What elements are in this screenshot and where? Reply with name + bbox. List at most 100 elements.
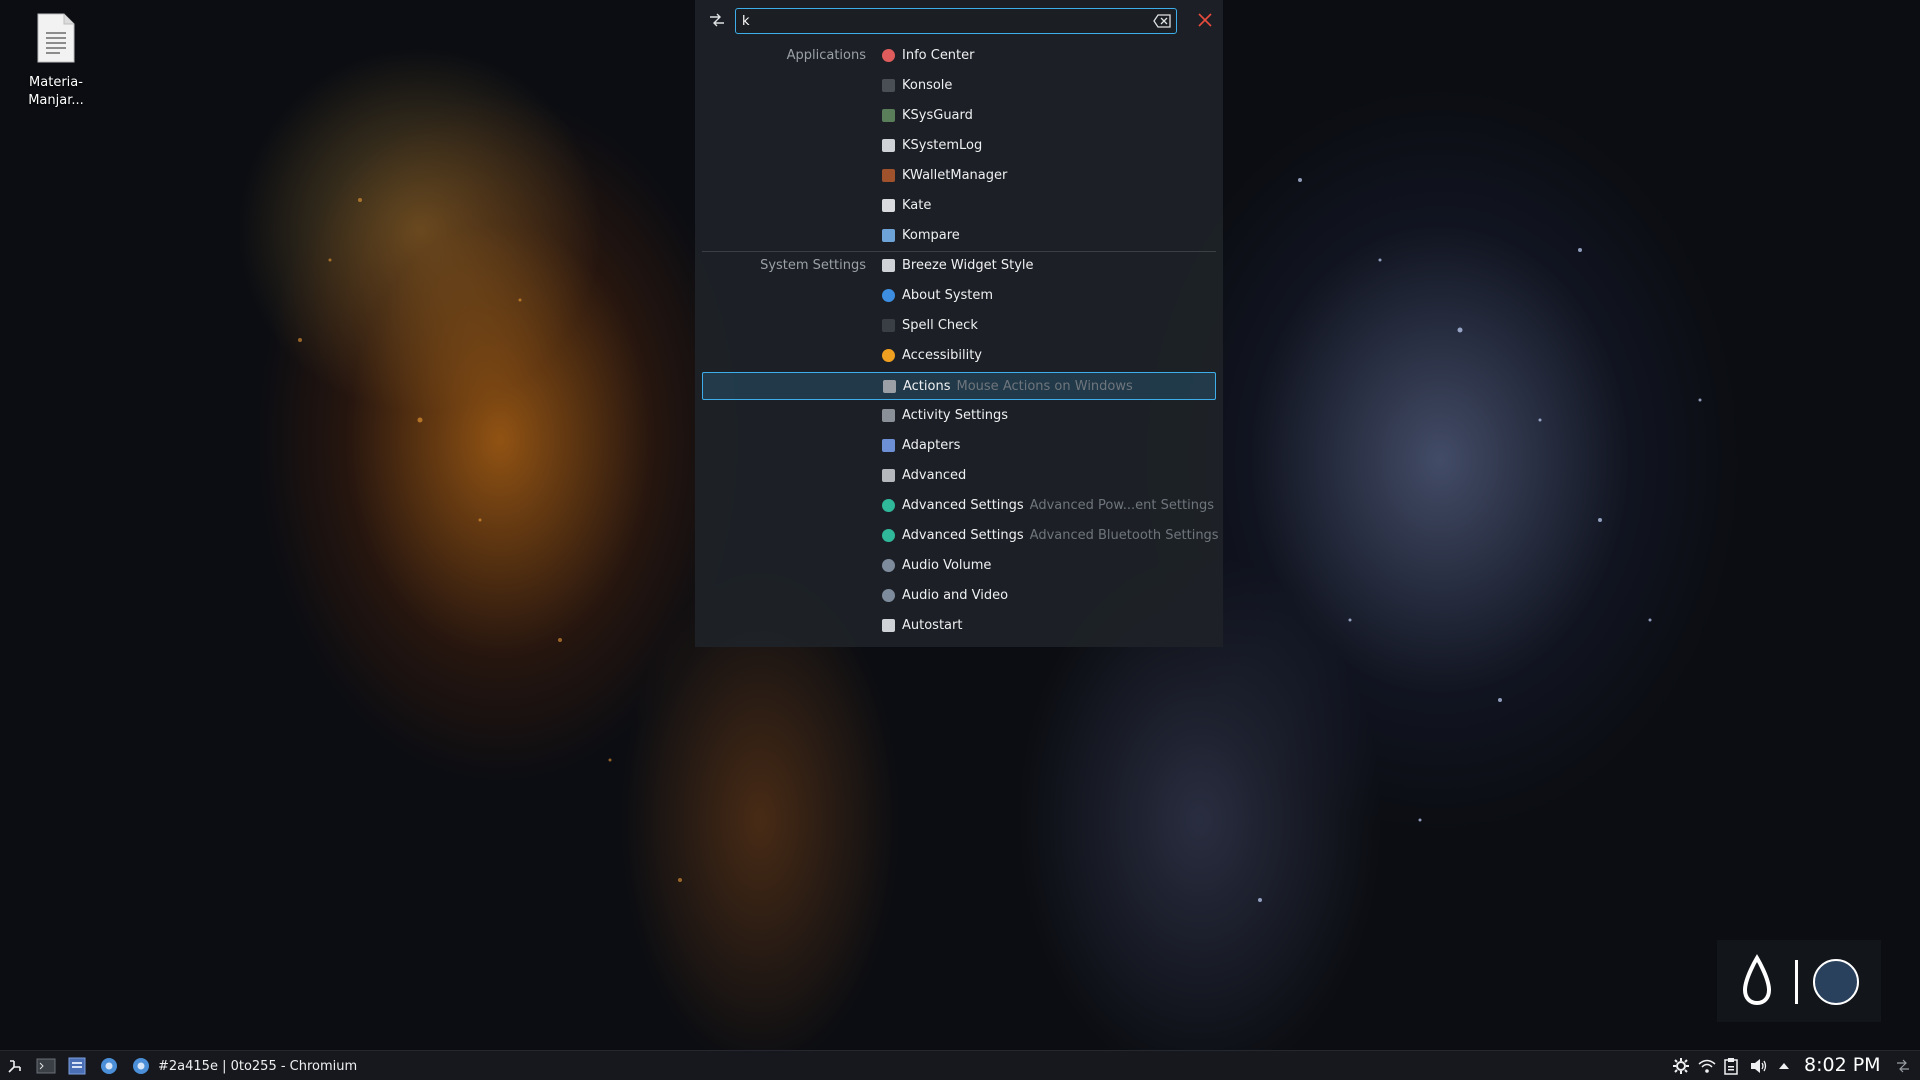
result-subtitle: Mouse Actions on Windows [956,379,1133,394]
result-subtitle: Advanced Bluetooth Settings [1029,528,1219,543]
widget-style-icon [882,259,895,272]
search-input[interactable] [740,11,1124,31]
application-launcher-icon[interactable] [6,1056,24,1076]
result-row[interactable]: KSystemLog [702,132,1216,160]
result-row[interactable]: System Settings Breeze Widget Style [702,252,1216,280]
result-title: Advanced [902,468,966,483]
result-title: Adapters [902,438,960,453]
search-box [735,8,1177,34]
result-row[interactable]: Kompare [702,222,1216,250]
result-title: Advanced Settings Advanced Pow...ent Sett… [902,498,1214,513]
result-title: About System [902,288,993,303]
browser-launcher-icon[interactable] [100,1056,118,1076]
actions-icon [883,380,896,393]
result-title-text: Spell Check [902,318,978,333]
desktop-file-name-line1: Materia- [29,75,83,90]
log-icon [882,139,895,152]
terminal-launcher-icon[interactable] [36,1056,56,1076]
audio-icon [882,559,895,572]
drop-circle-logo-icon [1742,954,1859,1006]
about-icon [882,289,895,302]
spell-check-icon [882,319,895,332]
result-title-text: Kate [902,198,932,213]
result-title-text: Actions [903,379,951,394]
group-label: System Settings [760,258,866,273]
result-row[interactable]: Kate [702,192,1216,220]
task-chromium-label: #2a415e | 0to255 - Chromium [158,1058,358,1074]
result-row[interactable]: Advanced Settings Advanced Bluetooth Sett… [702,522,1219,550]
logo-widget [1717,940,1881,1022]
tray-expand-icon[interactable] [1778,1056,1790,1076]
result-title-text: KSysGuard [902,108,973,123]
text-editor-icon [882,199,895,212]
activity-icon [882,409,895,422]
result-title-text: Activity Settings [902,408,1009,423]
result-title: Kompare [902,228,960,243]
desktop-file-icon-item[interactable]: Materia- Manjar... [12,8,100,110]
result-row[interactable]: Applications Info Center [702,42,1216,70]
taskbar: #2a415e | 0to255 - Chromium 8:02 PM [0,1050,1920,1080]
result-title-text: Audio Volume [902,558,992,573]
result-row[interactable]: Activity Settings [702,402,1216,430]
result-title-text: Info Center [902,48,975,63]
result-row[interactable]: Actions Mouse Actions on Windows [702,372,1216,400]
result-title-text: KSystemLog [902,138,983,153]
clear-text-icon[interactable] [1152,12,1172,30]
krunner-panel: Applications Info Center Konsole KSysGuard K… [695,0,1223,647]
result-row[interactable]: KSysGuard [702,102,1216,130]
result-title: Actions Mouse Actions on Windows [903,379,1133,394]
network-wifi-icon[interactable] [1698,1056,1716,1076]
result-row[interactable]: About System [702,282,1216,310]
result-row[interactable]: Audio Volume [702,552,1216,580]
result-row[interactable]: KWalletManager [702,162,1216,190]
document-icon [36,12,76,64]
result-row[interactable]: Konsole [702,72,1216,100]
advanced-icon [882,469,895,482]
result-title: Autostart [902,618,962,633]
desktop-file-name-line2: Manjar... [28,93,84,108]
result-title-text: Advanced Settings [902,498,1024,513]
result-row[interactable]: Advanced [702,462,1216,490]
panel-settings-icon[interactable] [1896,1056,1910,1076]
result-title: Advanced Settings Advanced Bluetooth Sett… [902,528,1219,543]
result-title: Audio and Video [902,588,1008,603]
result-title-text: Breeze Widget Style [902,258,1034,273]
result-title-text: KWalletManager [902,168,1008,183]
wallet-icon [882,169,895,182]
result-title: KSystemLog [902,138,982,153]
bluetooth-icon [882,439,895,452]
result-title: Breeze Widget Style [902,258,1034,273]
result-title: Accessibility [902,348,982,363]
group-label: Applications [786,48,866,63]
result-title: Activity Settings [902,408,1008,423]
result-title: Spell Check [902,318,978,333]
result-subtitle: Advanced Pow...ent Settings [1029,498,1214,513]
file-manager-launcher-icon[interactable] [68,1056,86,1076]
result-row[interactable]: Accessibility [702,342,1216,370]
result-title-text: About System [902,288,994,303]
task-chromium[interactable]: #2a415e | 0to255 - Chromium [132,1056,357,1076]
gear-icon [882,499,895,512]
result-title-text: Autostart [902,618,963,633]
result-title: Info Center [902,48,975,63]
audio-video-icon [882,589,895,602]
compare-icon [882,229,895,242]
volume-icon[interactable] [1750,1056,1768,1076]
accessibility-icon [882,349,895,362]
clipboard-icon[interactable] [1724,1056,1738,1076]
result-title: Konsole [902,78,952,93]
close-icon[interactable] [1195,10,1215,30]
result-row[interactable]: Autostart [702,612,1216,640]
autostart-icon [882,619,895,632]
settings-tray-icon[interactable] [1672,1056,1690,1076]
result-row[interactable]: Advanced Settings Advanced Pow...ent Sett… [702,492,1216,520]
result-row[interactable]: Adapters [702,432,1216,460]
result-title-text: Accessibility [902,348,982,363]
result-title-text: Konsole [902,78,953,93]
result-title: Audio Volume [902,558,991,573]
result-row[interactable]: Spell Check [702,312,1216,340]
result-row[interactable]: Audio and Video [702,582,1216,610]
clock[interactable]: 8:02 PM [1804,1054,1881,1076]
info-center-icon [882,49,895,62]
configure-icon[interactable] [707,10,727,30]
